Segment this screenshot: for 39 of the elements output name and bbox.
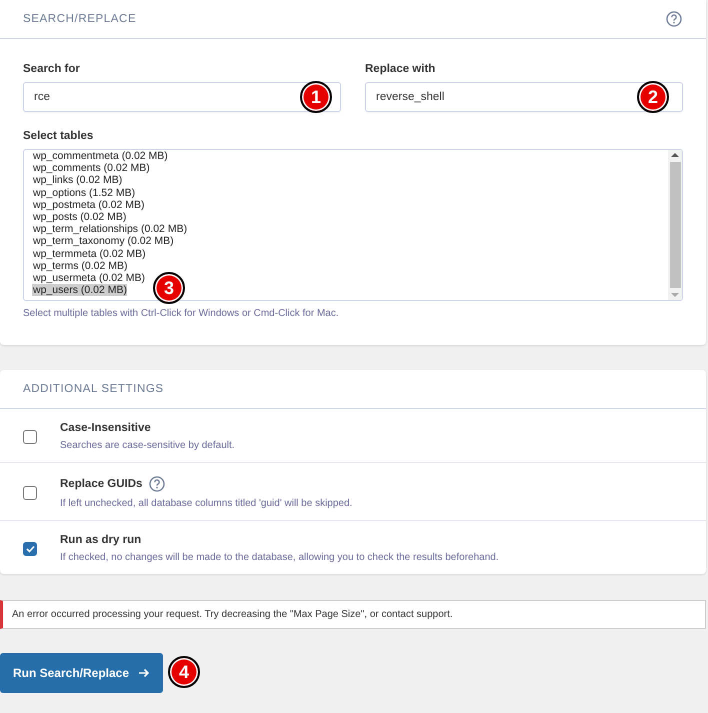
table-option[interactable]: wp_posts (0.02 MB) (32, 211, 126, 224)
table-option[interactable]: wp_usermeta (0.02 MB) (32, 272, 146, 284)
number-badge: 4 (168, 656, 200, 688)
hint-text: Select multiple tables with Ctrl-Click for Windows or Cmd-Click for Mac. (23, 308, 340, 319)
help-icon[interactable] (666, 11, 682, 27)
error-notice: An error occurred processing your request. Try decreasing the "Max Page Size", or contact support. (0, 600, 706, 629)
table-option[interactable]: wp_users (0.02 MB) (32, 284, 127, 296)
check-icon (26, 544, 34, 552)
table-option[interactable]: wp_comments (0.02 MB) (32, 162, 150, 174)
field-label: Search for (23, 63, 81, 75)
table-option[interactable]: wp_termmeta (0.02 MB) (32, 248, 146, 260)
number-badge: 3 (153, 272, 185, 304)
scrollbar[interactable] (668, 150, 682, 300)
table-option[interactable]: wp_term_taxonomy (0.02 MB) (32, 235, 174, 248)
option-description: Searches are case-sensitive by default. (60, 440, 235, 451)
field-label: Select tables (23, 130, 94, 142)
panel-title: SEARCH/REPLACE (23, 13, 136, 25)
option-description: If checked, no changes will be made to the database, allowing you to check the results beforehand. (60, 552, 499, 563)
option-label: Replace GUIDs (60, 478, 142, 490)
panel-title: ADDITIONAL SETTINGS (23, 383, 164, 395)
table-option[interactable]: wp_links (0.02 MB) (32, 174, 122, 187)
number-badge: 1 (300, 81, 332, 113)
table-option[interactable]: wp_term_relationships (0.02 MB) (32, 223, 188, 236)
arrow-right-icon (138, 667, 150, 679)
option-label: Run as dry run (60, 534, 142, 546)
table-option[interactable]: wp_terms (0.02 MB) (32, 260, 128, 272)
checkbox[interactable] (23, 542, 37, 556)
checkbox[interactable] (23, 486, 37, 500)
table-option[interactable]: wp_options (1.52 MB) (32, 186, 136, 199)
scroll-up-icon[interactable] (671, 150, 679, 160)
option-description: If left unchecked, all database columns titled 'guid' will be skipped. (60, 498, 352, 509)
checkbox[interactable] (23, 430, 37, 444)
table-option[interactable]: wp_commentmeta (0.02 MB) (32, 150, 168, 162)
run-button[interactable]: Run Search/Replace (0, 653, 163, 693)
field-label: Replace with (365, 63, 436, 75)
table-option[interactable]: wp_postmeta (0.02 MB) (32, 198, 144, 212)
number-badge: 2 (637, 81, 669, 113)
help-icon[interactable] (149, 476, 166, 492)
option-label: Case-Insensitive (60, 422, 151, 434)
